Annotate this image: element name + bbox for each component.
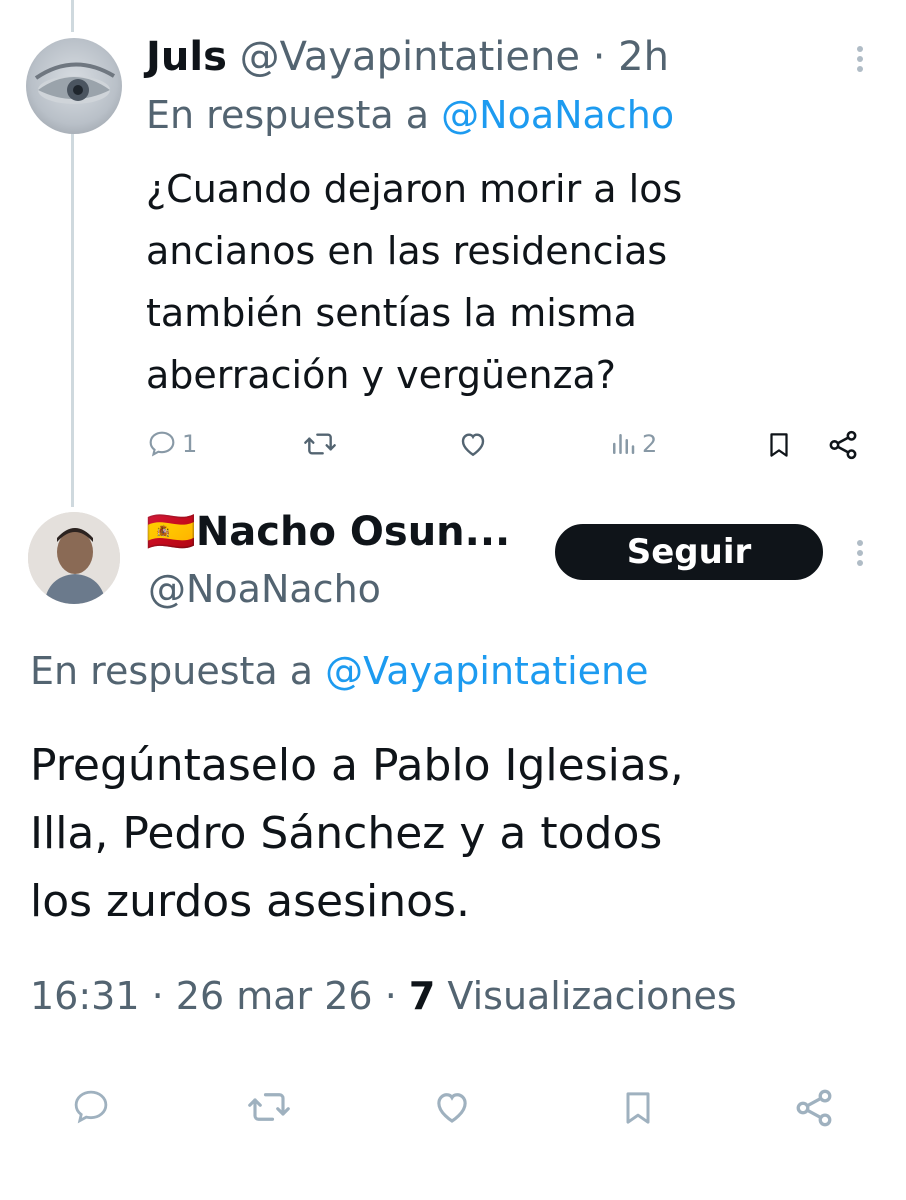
retweet-button[interactable] bbox=[246, 1086, 292, 1128]
user-handle[interactable]: @Vayapintatiene bbox=[240, 34, 580, 80]
avatar-eye-image bbox=[34, 62, 116, 104]
share-icon bbox=[796, 1089, 832, 1127]
share-icon bbox=[829, 430, 857, 460]
reply-prefix: En respuesta a bbox=[30, 649, 314, 693]
avatar-photo bbox=[28, 512, 120, 604]
display-name[interactable]: Nacho Osun... bbox=[196, 509, 510, 555]
bookmark-button[interactable] bbox=[764, 428, 794, 462]
flag-icon: 🇪🇸 bbox=[146, 509, 196, 555]
avatar[interactable] bbox=[28, 512, 120, 604]
like-button[interactable] bbox=[456, 428, 490, 460]
like-icon bbox=[437, 1093, 467, 1123]
bookmark-button[interactable] bbox=[618, 1086, 658, 1130]
reply-to-link[interactable]: @Vayapintatiene bbox=[325, 649, 648, 693]
avatar[interactable] bbox=[26, 38, 122, 134]
views-button[interactable]: 2 bbox=[608, 428, 657, 460]
comment-icon bbox=[149, 431, 175, 457]
bookmark-icon bbox=[770, 433, 788, 457]
tweet-text: Pregúntaselo a Pablo Iglesias, Illa, Ped… bbox=[30, 732, 684, 936]
more-icon[interactable] bbox=[857, 540, 863, 570]
bookmark-icon bbox=[626, 1092, 650, 1124]
more-icon[interactable] bbox=[857, 46, 863, 76]
retweet-icon bbox=[248, 1093, 290, 1121]
handle-row: @NoaNacho bbox=[148, 566, 381, 612]
post-time[interactable]: 16:31 bbox=[30, 974, 140, 1018]
separator: · bbox=[151, 974, 164, 1018]
reply-button[interactable] bbox=[70, 1086, 112, 1128]
display-name[interactable]: Juls bbox=[146, 34, 227, 80]
separator: · bbox=[592, 34, 606, 80]
share-button[interactable] bbox=[792, 1086, 836, 1130]
reply-to-link[interactable]: @NoaNacho bbox=[441, 93, 674, 137]
retweet-button[interactable] bbox=[302, 428, 338, 460]
main-header: 🇪🇸Nacho Osun... bbox=[146, 508, 510, 556]
views-label: Visualizaciones bbox=[447, 974, 737, 1018]
views-icon bbox=[613, 434, 635, 454]
tweet-meta: 16:31 · 26 mar 26 · 7 Visualizaciones bbox=[30, 972, 737, 1020]
reply-prefix: En respuesta a bbox=[146, 93, 430, 137]
timestamp[interactable]: 2h bbox=[618, 34, 669, 80]
post-date[interactable]: 26 mar 26 bbox=[176, 974, 373, 1018]
reply-context: En respuesta a @NoaNacho bbox=[146, 92, 674, 138]
reply-header: Juls @Vayapintatiene · 2h bbox=[146, 34, 669, 80]
thread-connector bbox=[71, 132, 74, 507]
user-handle[interactable]: @NoaNacho bbox=[148, 567, 381, 611]
separator: · bbox=[384, 974, 397, 1018]
follow-button[interactable]: Seguir bbox=[555, 524, 823, 580]
retweet-icon bbox=[304, 433, 336, 455]
thread-connector-top bbox=[71, 0, 74, 32]
reply-button[interactable]: 1 bbox=[146, 428, 197, 460]
comment-icon bbox=[74, 1090, 108, 1124]
tweet-text-line: Pregúntaselo a Pablo Iglesias, bbox=[30, 740, 684, 791]
tweet-text-line: también sentías la misma bbox=[146, 291, 637, 335]
tweet-text-line: los zurdos asesinos. bbox=[30, 876, 470, 927]
reply-count: 1 bbox=[182, 430, 198, 458]
tweet-text-line: ancianos en las residencias bbox=[146, 229, 668, 273]
tweet-text-line: ¿Cuando dejaron morir a los bbox=[146, 167, 683, 211]
share-button[interactable] bbox=[826, 428, 860, 462]
like-button[interactable] bbox=[430, 1086, 474, 1128]
reply-context: En respuesta a @Vayapintatiene bbox=[30, 648, 649, 694]
views-count: 2 bbox=[642, 430, 658, 458]
views-count: 7 bbox=[408, 974, 436, 1018]
tweet-text-line: Illa, Pedro Sánchez y a todos bbox=[30, 808, 663, 859]
tweet-text-line: aberración y vergüenza? bbox=[146, 353, 616, 397]
like-icon bbox=[461, 433, 485, 457]
tweet-text: ¿Cuando dejaron morir a los ancianos en … bbox=[146, 158, 682, 406]
